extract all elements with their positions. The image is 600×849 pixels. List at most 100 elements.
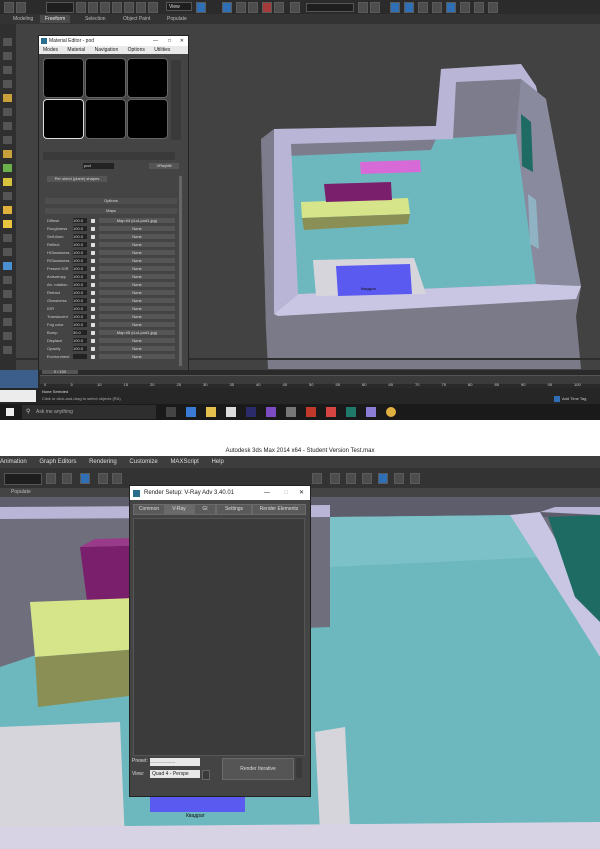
view-dropdown[interactable]: Quad 4 - Perspe: [150, 770, 200, 778]
map-enable-checkbox[interactable]: [91, 283, 95, 287]
render-setup-icon[interactable]: [460, 2, 470, 13]
task-view-icon[interactable]: [166, 407, 176, 417]
map-enable-checkbox[interactable]: [91, 227, 95, 231]
tab-freeform[interactable]: Freeform: [40, 15, 71, 23]
select-icon[interactable]: [76, 2, 86, 13]
tab-settings[interactable]: Settings: [216, 504, 252, 515]
material-slot[interactable]: [43, 58, 84, 98]
time-slider-area[interactable]: [0, 370, 38, 388]
map-amount-field[interactable]: 100.0: [73, 250, 87, 255]
curve-editor-icon[interactable]: [362, 473, 372, 484]
spinner-snap-icon[interactable]: [274, 2, 284, 13]
menu-navigation[interactable]: Navigation: [95, 47, 119, 53]
windows-start-icon[interactable]: [6, 408, 14, 416]
tool-icon[interactable]: [3, 136, 12, 144]
map-slot-button[interactable]: None: [99, 322, 175, 327]
menu-material[interactable]: Material: [67, 47, 85, 53]
tool-icon[interactable]: [3, 178, 12, 186]
menu-rendering[interactable]: Rendering: [89, 459, 117, 465]
undo-icon[interactable]: [4, 2, 14, 13]
map-enable-checkbox[interactable]: [91, 307, 95, 311]
add-time-tag[interactable]: Add Time Tag: [562, 396, 586, 401]
map-amount-field[interactable]: 100.0: [73, 322, 87, 327]
map-slot-button[interactable]: None: [99, 306, 175, 311]
tab-gi[interactable]: GI: [194, 504, 216, 515]
tool-icon[interactable]: [3, 80, 12, 88]
map-enable-checkbox[interactable]: [91, 267, 95, 271]
angle-snap-icon[interactable]: [248, 2, 258, 13]
close-icon[interactable]: ✕: [299, 486, 304, 500]
viber-icon[interactable]: [266, 407, 276, 417]
pivot-icon[interactable]: [196, 2, 206, 13]
tool-icon[interactable]: [3, 248, 12, 256]
selection-filter-dropdown[interactable]: [46, 2, 74, 13]
map-amount-field[interactable]: 100.0: [73, 258, 87, 263]
tab-render-elements[interactable]: Render Elements: [252, 504, 306, 515]
material-editor-icon[interactable]: [378, 473, 388, 484]
rollout-options[interactable]: Options: [45, 198, 177, 204]
map-slot-button[interactable]: None: [99, 314, 175, 319]
tool-icon[interactable]: [3, 150, 12, 158]
map-amount-field[interactable]: 100.0: [73, 266, 87, 271]
material-type-button[interactable]: VRayMtl: [149, 163, 179, 169]
tool-icon[interactable]: [3, 164, 12, 172]
scene-explorer-icon[interactable]: [404, 2, 414, 13]
map-enable-checkbox[interactable]: [91, 331, 95, 335]
tool-icon[interactable]: [3, 108, 12, 116]
tool-icon[interactable]: [3, 290, 12, 298]
rendered-frame-window-icon[interactable]: [474, 2, 484, 13]
maximize-icon[interactable]: □: [284, 486, 288, 500]
tab-vray[interactable]: V-Ray: [164, 504, 194, 515]
tool-icon[interactable]: [3, 332, 12, 340]
map-enable-checkbox[interactable]: [91, 315, 95, 319]
scale-icon[interactable]: [148, 2, 158, 13]
rollout-maps[interactable]: Maps: [45, 208, 177, 214]
menu-modes[interactable]: Modes: [43, 47, 58, 53]
named-selection-icon[interactable]: [312, 473, 322, 484]
material-slot[interactable]: [127, 58, 168, 98]
align-icon[interactable]: [346, 473, 356, 484]
map-enable-checkbox[interactable]: [91, 251, 95, 255]
preset-dropdown[interactable]: -------------------: [150, 758, 200, 766]
percent-snap-icon[interactable]: [262, 2, 272, 13]
tab-object-paint[interactable]: Object Paint: [118, 15, 155, 23]
snap-icon[interactable]: [236, 2, 246, 13]
minimize-icon[interactable]: —: [264, 486, 270, 500]
file-explorer-icon[interactable]: [206, 407, 216, 417]
map-slot-button[interactable]: None: [99, 338, 175, 343]
render-production-icon[interactable]: [488, 2, 498, 13]
map-enable-checkbox[interactable]: [91, 299, 95, 303]
maximize-icon[interactable]: □: [168, 36, 171, 46]
map-amount-field[interactable]: 100.0: [73, 290, 87, 295]
taskbar-search-box[interactable]: ⚲ Ask me anything: [22, 405, 156, 419]
map-amount-field[interactable]: 100.0: [73, 242, 87, 247]
pdf-icon[interactable]: [306, 407, 316, 417]
map-slot-button[interactable]: None: [99, 274, 175, 279]
tool-icon[interactable]: [3, 66, 12, 74]
scrollbar[interactable]: [179, 176, 182, 366]
rotate-icon[interactable]: [136, 2, 146, 13]
tab-populate[interactable]: Populate: [162, 15, 192, 23]
tool-icon[interactable]: [3, 122, 12, 130]
rotate-icon[interactable]: [98, 473, 108, 484]
tool-icon[interactable]: [3, 220, 12, 228]
render-options-arrow[interactable]: [296, 758, 302, 778]
mirror-icon[interactable]: [330, 473, 340, 484]
per-object-button[interactable]: Per obect (plane) shapes: [47, 176, 107, 182]
move-icon[interactable]: [124, 2, 134, 13]
close-icon[interactable]: ✕: [180, 36, 184, 46]
select-icon[interactable]: [46, 473, 56, 484]
render-frame-icon[interactable]: [410, 473, 420, 484]
curve-editor-icon[interactable]: [418, 2, 428, 13]
viber-icon[interactable]: [366, 407, 376, 417]
named-selection-set-field[interactable]: [306, 3, 354, 12]
map-slot-button[interactable]: None: [99, 234, 175, 239]
map-slot-button[interactable]: None: [99, 354, 175, 359]
named-selection-icon[interactable]: [290, 2, 300, 13]
map-slot-button[interactable]: Map #4 (d-ul-pod1.jpg): [99, 218, 175, 223]
app-icon[interactable]: [326, 407, 336, 417]
map-enable-checkbox[interactable]: [91, 323, 95, 327]
map-amount-field[interactable]: 100.0: [73, 338, 87, 343]
menu-maxscript[interactable]: MAXScript: [170, 459, 198, 465]
chrome-icon[interactable]: [386, 407, 396, 417]
